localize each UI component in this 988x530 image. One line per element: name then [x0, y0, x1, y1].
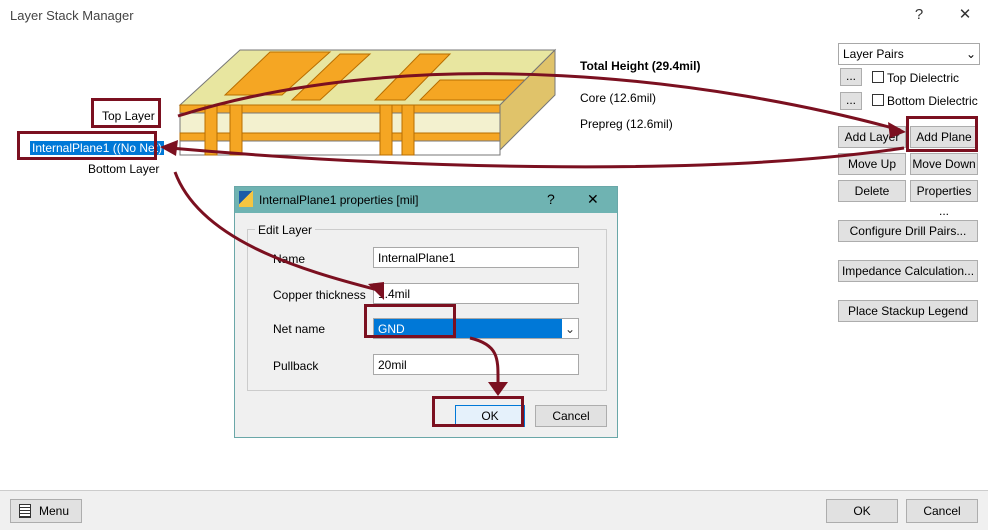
core-label: Core (12.6mil): [580, 91, 657, 105]
net-name-highlight: [364, 304, 456, 338]
pullback-field[interactable]: 20mil: [373, 354, 579, 375]
bottom-dielectric-more-button[interactable]: ...: [840, 92, 862, 110]
pencil-icon: [239, 191, 253, 207]
menu-icon: [19, 504, 31, 518]
layer-pairs-select[interactable]: Layer Pairs ⌄: [838, 43, 980, 65]
chevron-down-icon: ⌄: [965, 47, 976, 61]
total-height-label: Total Height (29.4mil): [580, 59, 701, 73]
dialog-cancel-button[interactable]: Cancel: [535, 405, 607, 427]
place-stackup-legend-button[interactable]: Place Stackup Legend: [838, 300, 978, 322]
via: [401, 104, 415, 156]
properties-button[interactable]: Properties ...: [910, 180, 978, 218]
top-dielectric-label: Top Dielectric: [887, 71, 960, 85]
bottom-dielectric-checkbox[interactable]: [872, 94, 884, 106]
internal-plane-highlight: [17, 131, 157, 160]
prepreg-layer: [179, 112, 501, 134]
name-field[interactable]: InternalPlane1: [373, 247, 579, 268]
dialog-title-bar: InternalPlane1 properties [mil] ? ✕: [235, 187, 617, 213]
via: [379, 104, 393, 156]
top-layer-highlight: [91, 98, 161, 128]
bottom-dielectric-label: Bottom Dielectric: [887, 94, 978, 108]
close-button[interactable]: ✕: [950, 4, 980, 26]
edit-layer-group-label: Edit Layer: [255, 223, 316, 237]
net-name-label: Net name: [273, 322, 326, 336]
pullback-label: Pullback: [273, 359, 319, 373]
move-down-button[interactable]: Move Down: [910, 153, 978, 175]
menu-label: Menu: [39, 504, 70, 518]
internal-plane: [179, 132, 501, 142]
stack-illustration: [178, 48, 557, 156]
add-plane-highlight: [906, 116, 978, 152]
copper-thickness-field[interactable]: 1.4mil: [373, 283, 579, 304]
layer-pairs-value: Layer Pairs: [843, 47, 904, 61]
chevron-down-icon: ⌄: [562, 319, 578, 338]
prepreg-label: Prepreg (12.6mil): [580, 117, 673, 131]
dialog-title: InternalPlane1 properties [mil]: [259, 193, 419, 207]
bottom-layer-label[interactable]: Bottom Layer: [88, 162, 159, 176]
top-dielectric-checkbox[interactable]: [872, 71, 884, 83]
window-title: Layer Stack Manager: [10, 8, 134, 23]
via: [229, 104, 243, 156]
footer-bar: Menu OK Cancel: [0, 490, 988, 530]
add-layer-button[interactable]: Add Layer: [838, 126, 906, 148]
help-button[interactable]: ?: [904, 4, 934, 26]
cancel-button[interactable]: Cancel: [906, 499, 978, 523]
via: [204, 104, 218, 156]
dialog-close-button[interactable]: ✕: [587, 191, 599, 208]
ok-button[interactable]: OK: [826, 499, 898, 523]
move-up-button[interactable]: Move Up: [838, 153, 906, 175]
copper-thickness-label: Copper thickness: [273, 288, 366, 302]
delete-button[interactable]: Delete: [838, 180, 906, 202]
configure-drill-pairs-button[interactable]: Configure Drill Pairs...: [838, 220, 978, 242]
dialog-help-button[interactable]: ?: [547, 191, 555, 207]
name-label: Name: [273, 252, 306, 266]
impedance-calculation-button[interactable]: Impedance Calculation...: [838, 260, 978, 282]
top-copper: [179, 104, 501, 114]
ok-highlight: [432, 396, 524, 427]
core-layer: [179, 140, 501, 156]
menu-button[interactable]: Menu: [10, 499, 82, 523]
top-dielectric-more-button[interactable]: ...: [840, 68, 862, 86]
